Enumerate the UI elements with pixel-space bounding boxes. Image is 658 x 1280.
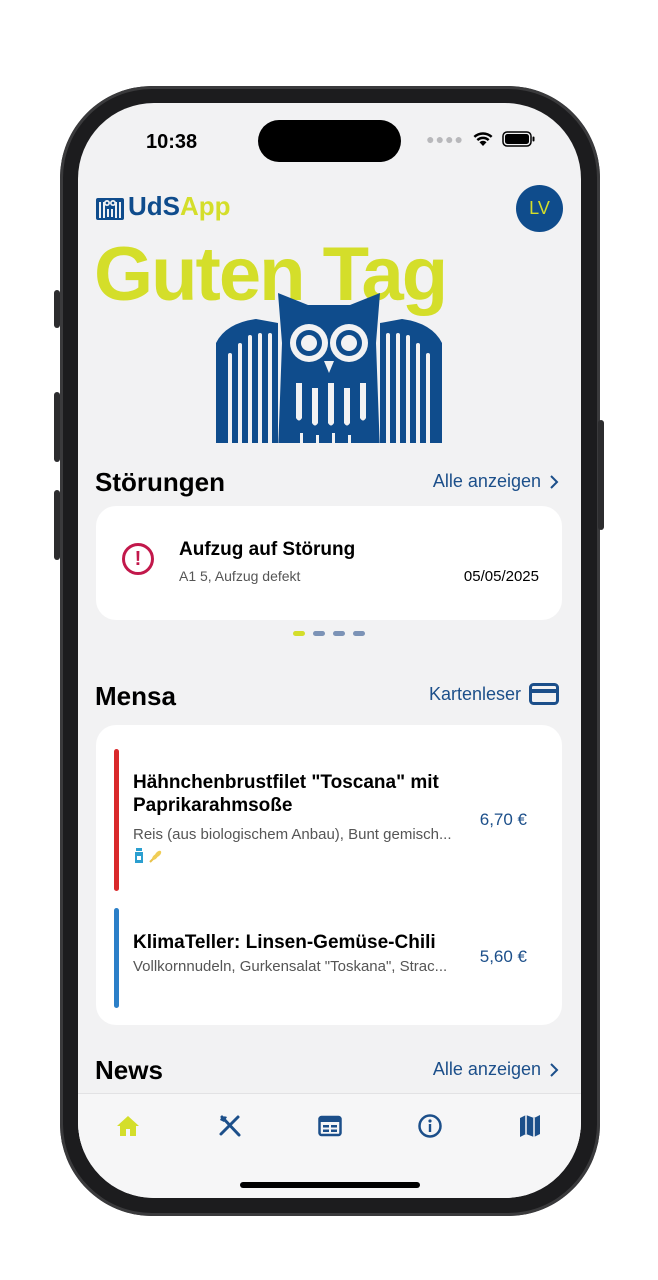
meal-name: KlimaTeller: Linsen-Gemüse-Chili <box>133 932 436 953</box>
alert-icon: ! <box>122 543 154 575</box>
chevron-right-icon <box>550 1062 559 1077</box>
dynamic-island <box>258 120 401 162</box>
kartenleser-label: Kartenleser <box>428 683 521 704</box>
stoerung-card[interactable]: ! Aufzug auf Störung A1 5, Aufzug defekt… <box>96 506 562 620</box>
home-indicator[interactable] <box>240 1182 420 1188</box>
battery-icon <box>502 131 535 147</box>
app-name-main: UdS <box>128 191 180 221</box>
page-dot[interactable] <box>293 631 305 636</box>
status-time: 10:38 <box>146 131 198 153</box>
page-dot[interactable] <box>313 631 325 636</box>
meal-price: 6,70 € <box>479 810 527 829</box>
app-name-accent: App <box>180 191 231 221</box>
map-icon <box>520 1115 540 1137</box>
info-icon <box>418 1114 442 1138</box>
wifi-icon <box>473 132 493 146</box>
action-button <box>54 290 60 328</box>
status-icons: ●●●● <box>426 131 536 147</box>
tab-map[interactable] <box>510 1106 550 1146</box>
home-icon <box>117 1116 139 1136</box>
allergen-icons <box>134 848 164 864</box>
credit-card-icon <box>529 683 559 705</box>
calendar-icon <box>318 1115 342 1137</box>
cellular-icon: ●●●● <box>426 131 464 147</box>
volume-up-button <box>54 392 60 462</box>
stoerung-date: 05/05/2025 <box>463 568 539 585</box>
meal-description: Reis (aus biologischem Anbau), Bunt gemi… <box>133 826 452 843</box>
page-indicator[interactable] <box>293 631 365 636</box>
section-title-mensa: Mensa <box>95 681 176 711</box>
stoerung-title: Aufzug auf Störung <box>179 539 356 560</box>
stoerungen-show-all-link[interactable]: Alle anzeigen <box>433 471 559 492</box>
stoerungen-show-all-label: Alle anzeigen <box>432 471 541 491</box>
screen: 10:38 ●●●● UdSApp LV Guten Tag Störungen… <box>78 103 581 1198</box>
tab-mensa[interactable] <box>210 1106 250 1146</box>
section-title-stoerungen: Störungen <box>95 467 225 497</box>
volume-down-button <box>54 490 60 560</box>
main-content[interactable]: Störungen Alle anzeigen ! Aufzug auf Stö… <box>78 443 581 1163</box>
section-title-news: News <box>95 1055 163 1085</box>
tab-calendar[interactable] <box>310 1106 350 1146</box>
meal-category-bar <box>114 749 119 891</box>
meal-price: 5,60 € <box>479 947 527 966</box>
milk-icon <box>135 848 143 863</box>
meal-category-bar <box>114 908 119 1008</box>
avatar[interactable]: LV <box>516 185 563 232</box>
chevron-right-icon <box>550 474 559 489</box>
app-name: UdSApp <box>128 191 231 222</box>
tab-info[interactable] <box>410 1106 450 1146</box>
meal-name: Hähnchenbrustfilet "Toscana" mit Paprika… <box>133 772 439 816</box>
stoerung-subtitle: A1 5, Aufzug defekt <box>179 568 301 584</box>
wheat-icon <box>149 850 162 863</box>
meal-description: Vollkornnudeln, Gurkensalat "Toskana", S… <box>133 958 448 975</box>
news-show-all-link[interactable]: Alle anzeigen <box>433 1059 559 1080</box>
uds-owl-logo-icon <box>96 197 124 220</box>
mensa-card[interactable]: Hähnchenbrustfilet "Toscana" mit Paprika… <box>96 725 562 1025</box>
owl-illustration-icon <box>216 293 442 453</box>
app-logo: UdSApp <box>96 191 231 222</box>
power-button <box>598 420 604 530</box>
kartenleser-link[interactable]: Kartenleser <box>429 683 559 705</box>
page-dot[interactable] <box>353 631 365 636</box>
news-show-all-label: Alle anzeigen <box>432 1059 541 1079</box>
fork-knife-icon <box>219 1115 241 1137</box>
page-dot[interactable] <box>333 631 345 636</box>
tab-home[interactable] <box>108 1106 148 1146</box>
